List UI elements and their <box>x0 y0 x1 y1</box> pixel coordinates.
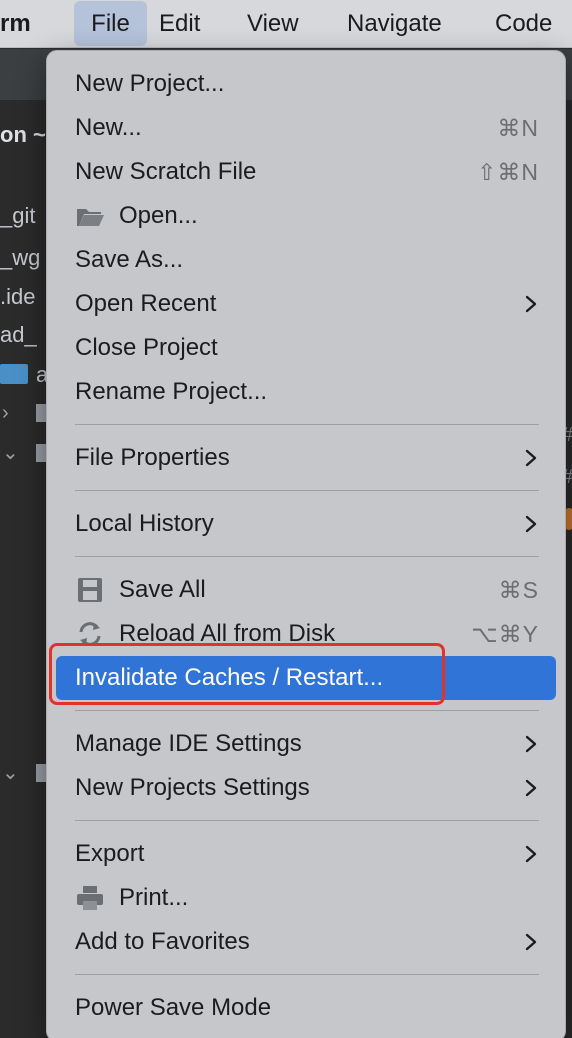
floppy-disk-icon <box>78 578 102 602</box>
menu-item-local-history[interactable]: Local History <box>47 502 565 546</box>
menu-item-label: File Properties <box>75 444 230 471</box>
chevron-down-icon[interactable]: ⌄ <box>2 760 19 785</box>
menu-item-new-projects-settings[interactable]: New Projects Settings <box>47 766 565 810</box>
project-title[interactable]: on ~ <box>0 122 46 148</box>
menu-item-label: Local History <box>75 510 214 537</box>
chevron-right-icon <box>525 449 537 467</box>
tree-item[interactable]: _wg <box>0 245 40 271</box>
menu-separator <box>75 710 539 711</box>
menu-item-label: Close Project <box>75 334 218 361</box>
menubar-file[interactable]: File <box>74 1 147 46</box>
menubar-app-name[interactable]: rm <box>0 0 31 48</box>
menu-item-label: Manage IDE Settings <box>75 730 302 757</box>
menu-separator <box>75 424 539 425</box>
menu-separator <box>75 490 539 491</box>
shortcut-label: ⌘N <box>497 115 539 141</box>
reload-icon <box>79 622 101 646</box>
chevron-right-icon <box>525 735 537 753</box>
file-menu: New Project... New... ⌘N New Scratch Fil… <box>46 50 566 1038</box>
menu-item-label: Export <box>75 840 145 867</box>
chevron-right-icon <box>525 295 537 313</box>
tree-item[interactable]: .ide <box>0 284 35 310</box>
menu-separator <box>75 974 539 975</box>
menu-item-label: Power Save Mode <box>75 994 272 1021</box>
menu-item-invalidate-caches[interactable]: Invalidate Caches / Restart... <box>56 656 556 700</box>
chevron-right-icon <box>525 933 537 951</box>
menu-item-manage-ide-settings[interactable]: Manage IDE Settings <box>47 722 565 766</box>
menu-item-label: Open... <box>119 202 198 229</box>
menu-separator <box>75 556 539 557</box>
chevron-down-icon[interactable]: ⌄ <box>2 440 19 465</box>
menubar-code[interactable]: Code <box>495 0 552 48</box>
chevron-right-icon <box>525 779 537 797</box>
folder-icon <box>77 209 104 226</box>
menu-item-label: Print... <box>119 884 189 911</box>
tree-item[interactable]: ad_ <box>0 322 37 348</box>
menu-item-export[interactable]: Export <box>47 832 565 876</box>
menu-item-rename-project[interactable]: Rename Project... <box>47 370 565 414</box>
menu-item-reload-all[interactable]: Reload All from Disk ⌥⌘Y <box>47 612 565 656</box>
menu-item-add-to-favorites[interactable]: Add to Favorites <box>47 920 565 964</box>
menu-item-print[interactable]: Print... <box>47 876 565 920</box>
menu-item-save-all[interactable]: Save All ⌘S <box>47 568 565 612</box>
file-icon <box>36 444 46 462</box>
tree-item[interactable]: _git <box>0 203 35 229</box>
menu-item-open[interactable]: Open... <box>47 194 565 238</box>
menu-item-new[interactable]: New... ⌘N <box>47 106 565 150</box>
shortcut-label: ⇧⌘N <box>477 159 539 185</box>
menu-separator <box>75 820 539 821</box>
menu-item-new-project[interactable]: New Project... <box>47 62 565 106</box>
shortcut-label: ⌘S <box>498 577 539 603</box>
menu-item-label: New... <box>75 114 142 141</box>
file-icon <box>36 404 46 422</box>
printer-icon <box>77 886 103 910</box>
menu-bar: rm File Edit View Navigate Code <box>0 0 572 48</box>
menu-item-label: New Project... <box>75 70 225 97</box>
menubar-navigate[interactable]: Navigate <box>347 0 442 48</box>
menu-item-label: Invalidate Caches / Restart... <box>75 664 384 691</box>
folder-icon <box>0 364 28 384</box>
menu-item-label: Add to Favorites <box>75 928 250 955</box>
menu-item-label: New Projects Settings <box>75 774 310 801</box>
menu-item-file-properties[interactable]: File Properties <box>47 436 565 480</box>
menu-item-label: Reload All from Disk <box>119 620 336 647</box>
menubar-edit[interactable]: Edit <box>159 0 200 48</box>
menu-item-label: New Scratch File <box>75 158 257 185</box>
menubar-view[interactable]: View <box>247 0 299 48</box>
menu-item-save-as[interactable]: Save As... <box>47 238 565 282</box>
shortcut-label: ⌥⌘Y <box>471 621 539 647</box>
chevron-right-icon <box>525 515 537 533</box>
menu-item-label: Rename Project... <box>75 378 268 405</box>
menu-item-open-recent[interactable]: Open Recent <box>47 282 565 326</box>
chevron-right-icon[interactable]: › <box>2 402 9 425</box>
menu-item-label: Save All <box>119 576 206 603</box>
menu-item-power-save-mode[interactable]: Power Save Mode <box>47 986 565 1030</box>
menu-item-new-scratch-file[interactable]: New Scratch File ⇧⌘N <box>47 150 565 194</box>
menu-item-label: Save As... <box>75 246 184 273</box>
menu-item-label: Open Recent <box>75 290 217 317</box>
chevron-right-icon <box>525 845 537 863</box>
menu-item-close-project[interactable]: Close Project <box>47 326 565 370</box>
file-icon <box>36 764 46 782</box>
